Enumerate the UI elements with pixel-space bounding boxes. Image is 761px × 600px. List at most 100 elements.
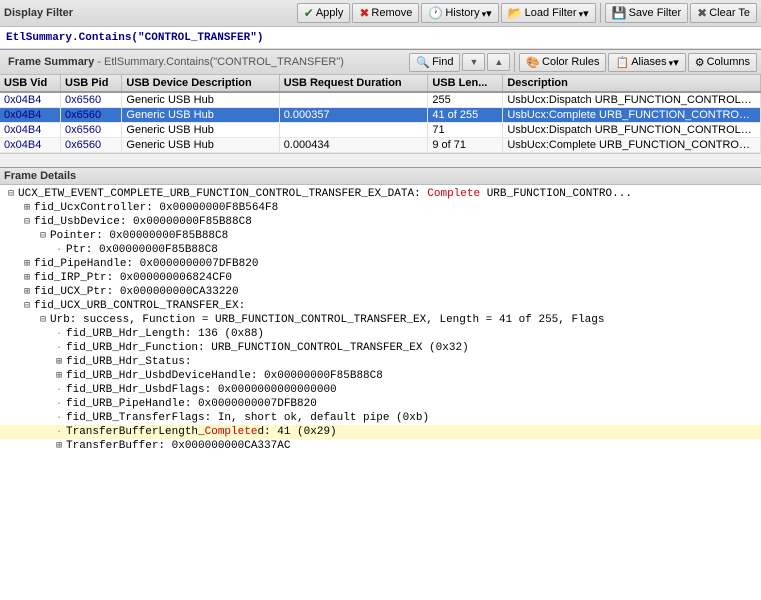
tree-item[interactable]: ⊞fid_PipeHandle: 0x0000000007DFB820 (0, 257, 761, 271)
apply-button[interactable]: Apply (297, 3, 351, 23)
tree-toggle-icon[interactable]: ⊞ (20, 286, 34, 298)
filter-input-bar[interactable]: EtlSummary.Contains("CONTROL_TRANSFER") (0, 27, 761, 49)
col-usb-len[interactable]: USB Len... (428, 75, 503, 92)
tree-item[interactable]: ⊞fid_URB_Hdr_UsbdDeviceHandle: 0x0000000… (0, 369, 761, 383)
apply-icon (304, 6, 314, 20)
table-cell: 255 (428, 92, 503, 108)
separator-2 (514, 52, 515, 72)
find-button[interactable]: Find (409, 53, 460, 72)
tree-label: fid_URB_Hdr_Function: URB_FUNCTION_CONTR… (66, 342, 469, 354)
col-description[interactable]: Description (503, 75, 761, 92)
tree-item[interactable]: · TransferBufferLength_Completed: 41 (0x… (0, 425, 761, 439)
tree-toggle-icon[interactable]: ⊟ (36, 314, 50, 326)
tree-item[interactable]: ⊞TransferBuffer: 0x000000000CA337AC (0, 439, 761, 453)
aliases-button[interactable]: Aliases ▾ (608, 53, 685, 72)
color-rules-button[interactable]: Color Rules (519, 53, 606, 72)
tree-item[interactable]: · fid_URB_Hdr_UsbdFlags: 0x0000000000000… (0, 383, 761, 397)
load-dropdown-icon: ▾ (579, 7, 589, 20)
table-cell: UsbUcx:Complete URB_FUNCTION_CONTROL_TRA… (503, 138, 761, 153)
tree-toggle-icon[interactable]: ⊞ (52, 356, 66, 368)
tree-toggle-icon[interactable]: · (52, 413, 66, 424)
tree-container: ⊟UCX_ETW_EVENT_COMPLETE_URB_FUNCTION_CON… (0, 185, 761, 455)
tree-toggle-icon[interactable]: ⊟ (36, 230, 50, 242)
tree-toggle-icon[interactable]: · (52, 427, 66, 438)
table-row[interactable]: 0x04B40x6560Generic USB Hub 255UsbUcx:Dis… (0, 92, 761, 108)
col-device-desc[interactable]: USB Device Description (122, 75, 279, 92)
load-filter-button[interactable]: Load Filter ▾ (501, 3, 596, 23)
table-cell: 71 (428, 123, 503, 138)
col-pid[interactable]: USB Pid (61, 75, 122, 92)
tree-label: Pointer: 0x00000000F85B88C8 (50, 230, 228, 242)
frame-details-title: Frame Details (0, 168, 761, 185)
color-rules-icon (526, 56, 540, 69)
summary-toolbar-right: Find Color Rules Aliases ▾ (409, 52, 757, 72)
tree-toggle-icon[interactable]: ⊞ (52, 440, 66, 452)
history-button[interactable]: History ▾ (421, 3, 498, 23)
tree-label: fid_URB_Hdr_UsbdDeviceHandle: 0x00000000… (66, 370, 383, 382)
tree-toggle-icon[interactable]: ⊟ (20, 216, 34, 228)
tree-toggle-icon[interactable]: ⊞ (20, 272, 34, 284)
tree-toggle-icon[interactable]: ⊞ (52, 370, 66, 382)
remove-icon (359, 6, 369, 20)
table-row[interactable]: 0x04B40x6560Generic USB Hub0.00035741 of… (0, 108, 761, 123)
display-filter-title: Display Filter (4, 7, 295, 19)
tree-item[interactable]: · fid_URB_Hdr_Function: URB_FUNCTION_CON… (0, 341, 761, 355)
table-cell: 0x04B4 (0, 108, 61, 123)
up-icon (494, 56, 503, 68)
history-icon (428, 6, 443, 20)
aliases-dropdown-icon: ▾ (669, 56, 679, 69)
tree-toggle-icon[interactable]: · (52, 399, 66, 410)
tree-toggle-icon[interactable]: · (52, 329, 66, 340)
tree-item[interactable]: ⊞fid_UCX_Ptr: 0x000000000CA33220 (0, 285, 761, 299)
table-row[interactable]: 0x04B40x6560Generic USB Hub71UsbUcx:Disp… (0, 123, 761, 138)
tree-item[interactable]: ⊞fid_UcxController: 0x00000000F8B564F8 (0, 201, 761, 215)
tree-item[interactable]: · fid_URB_Hdr_Length: 136 (0x88) (0, 327, 761, 341)
frame-table-wrapper: USB Vid USB Pid USB Device Description U… (0, 75, 761, 153)
table-cell: 0x6560 (61, 92, 122, 108)
tree-item[interactable]: · fid_URB_TransferFlags: In, short ok, d… (0, 411, 761, 425)
table-cell: 0.000434 (279, 138, 428, 153)
table-cell: 0.000357 (279, 108, 428, 123)
aliases-icon (615, 56, 629, 69)
clear-button[interactable]: Clear Te (690, 3, 757, 23)
tree-toggle-icon[interactable]: ⊞ (20, 258, 34, 270)
table-cell: 0x6560 (61, 108, 122, 123)
bottom-scrollbar[interactable] (0, 153, 761, 167)
remove-button[interactable]: Remove (352, 3, 419, 23)
tree-toggle-icon[interactable]: ⊞ (20, 202, 34, 214)
tree-label: Urb: success, Function = URB_FUNCTION_CO… (50, 314, 605, 326)
table-cell: UsbUcx:Dispatch URB_FUNCTION_CONTROL_TRA… (503, 123, 761, 138)
table-row[interactable]: 0x04B40x6560Generic USB Hub0.0004349 of … (0, 138, 761, 153)
frame-details-section: Frame Details ⊟UCX_ETW_EVENT_COMPLETE_UR… (0, 168, 761, 600)
tree-item[interactable]: ⊟UCX_ETW_EVENT_COMPLETE_URB_FUNCTION_CON… (0, 187, 761, 201)
load-icon (508, 6, 523, 20)
tree-item[interactable]: · Ptr: 0x00000000F85B88C8 (0, 243, 761, 257)
tree-item[interactable]: ⊟Pointer: 0x00000000F85B88C8 (0, 229, 761, 243)
table-cell: UsbUcx:Dispatch URB_FUNCTION_CONTROL_TRA… (503, 92, 761, 108)
tree-toggle-icon[interactable]: · (52, 343, 66, 354)
down-button[interactable] (462, 53, 485, 71)
tree-label: fid_URB_Hdr_Status: (66, 356, 191, 368)
col-vid[interactable]: USB Vid (0, 75, 61, 92)
table-cell: 0x04B4 (0, 92, 61, 108)
tree-item[interactable]: ⊞fid_IRP_Ptr: 0x000000006824CF0 (0, 271, 761, 285)
save-filter-button[interactable]: Save Filter (605, 3, 689, 23)
tree-item[interactable]: · fid_URB_PipeHandle: 0x0000000007DFB820 (0, 397, 761, 411)
table-cell: 0x04B4 (0, 123, 61, 138)
tree-toggle-icon[interactable]: · (52, 245, 66, 256)
tree-label: fid_PipeHandle: 0x0000000007DFB820 (34, 258, 258, 270)
tree-toggle-icon[interactable]: ⊟ (20, 300, 34, 312)
table-cell: Generic USB Hub (122, 92, 279, 108)
tree-item[interactable]: ⊟fid_UsbDevice: 0x00000000F85B88C8 (0, 215, 761, 229)
columns-button[interactable]: Columns (688, 53, 757, 72)
clear-icon (697, 6, 707, 20)
tree-item[interactable]: ⊟Urb: success, Function = URB_FUNCTION_C… (0, 313, 761, 327)
table-cell: Generic USB Hub (122, 108, 279, 123)
col-req-duration[interactable]: USB Request Duration (279, 75, 428, 92)
up-button[interactable] (487, 53, 510, 71)
tree-toggle-icon[interactable]: ⊟ (4, 188, 18, 200)
tree-toggle-icon[interactable]: · (52, 385, 66, 396)
tree-label: fid_UCX_Ptr: 0x000000000CA33220 (34, 286, 239, 298)
tree-item[interactable]: ⊟fid_UCX_URB_CONTROL_TRANSFER_EX: (0, 299, 761, 313)
tree-item[interactable]: ⊞fid_URB_Hdr_Status: (0, 355, 761, 369)
